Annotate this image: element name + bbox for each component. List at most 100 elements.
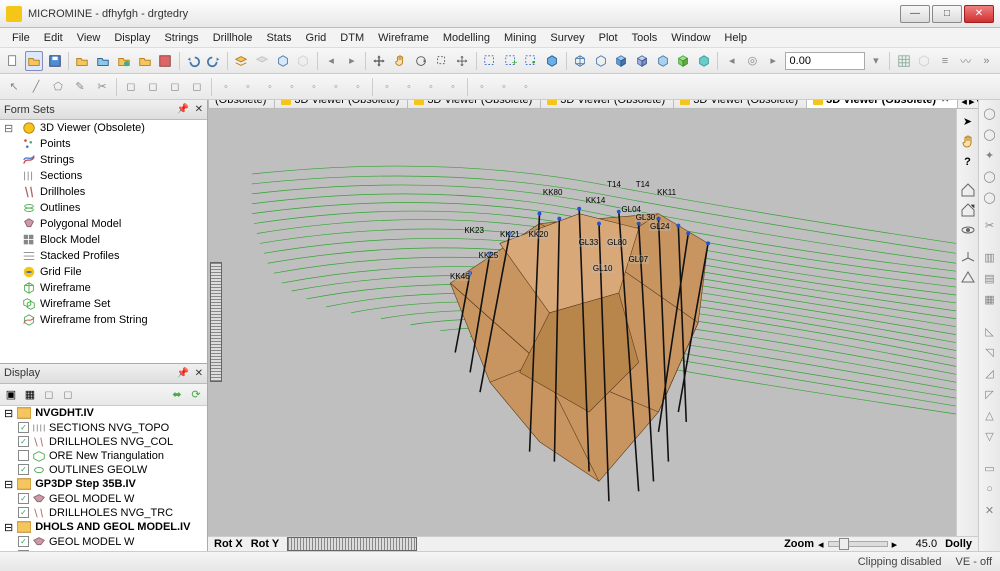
grid-icon[interactable]: [894, 51, 913, 71]
tree-item-wireframe-set[interactable]: Wireframe Set: [0, 296, 207, 312]
pin-icon[interactable]: 📌: [177, 368, 189, 379]
cube-filled-icon[interactable]: [543, 51, 562, 71]
tree-item-wireframe[interactable]: Wireframe: [0, 280, 207, 296]
home-set-icon[interactable]: [959, 201, 977, 219]
tree-item-polygonal[interactable]: Polygonal Model: [0, 216, 207, 232]
t2-c3-icon[interactable]: ◦: [260, 77, 280, 97]
tree-item-gridfile[interactable]: Grid File: [0, 264, 207, 280]
panel-close-icon[interactable]: ✕: [195, 368, 203, 379]
arrow-left-icon[interactable]: ◂: [322, 51, 341, 71]
t2-d1-icon[interactable]: ◦: [377, 77, 397, 97]
fr-shape2-icon[interactable]: ◯: [981, 188, 999, 206]
tab-next-icon[interactable]: ▸: [969, 100, 975, 108]
fr-t6-icon[interactable]: ▽: [981, 427, 999, 445]
tree-item-points[interactable]: Points: [0, 136, 207, 152]
formsets-tree[interactable]: 3D Viewer (Obsolete) Points Strings Sect…: [0, 120, 207, 363]
fr-scissors-icon[interactable]: ✂: [981, 216, 999, 234]
menu-view[interactable]: View: [71, 30, 107, 46]
tab-2[interactable]: 3D Viewer (Obsolete): [407, 100, 541, 108]
fr-sec1-icon[interactable]: ▥: [981, 248, 999, 266]
perspective-icon[interactable]: [959, 269, 977, 287]
display-header[interactable]: Display 📌 ✕: [0, 364, 207, 384]
tree-item-stacked[interactable]: Stacked Profiles: [0, 248, 207, 264]
select-add-icon[interactable]: +: [501, 51, 520, 71]
t2-poly-icon[interactable]: ⬠: [48, 77, 68, 97]
t2-c7-icon[interactable]: ◦: [348, 77, 368, 97]
disp-item-0-0[interactable]: ✓SECTIONS NVG_TOPO: [0, 421, 207, 435]
menu-file[interactable]: File: [6, 30, 36, 46]
fr-t5-icon[interactable]: △: [981, 406, 999, 424]
zoom-next-icon[interactable]: ▸: [892, 538, 898, 551]
disp-tb-r2-icon[interactable]: ⟳: [187, 385, 205, 403]
t2-d3-icon[interactable]: ◦: [421, 77, 441, 97]
t2-d2-icon[interactable]: ◦: [399, 77, 419, 97]
cube-solid-icon[interactable]: [612, 51, 631, 71]
disp-group-2[interactable]: ⊟ DHOLS AND GEOL MODEL.IV: [0, 520, 207, 535]
move-icon[interactable]: [453, 51, 472, 71]
wave-icon[interactable]: 〰: [956, 51, 975, 71]
tree-item-sections[interactable]: Sections: [0, 168, 207, 184]
t2-cut-icon[interactable]: ✂: [92, 77, 112, 97]
coordinate-input[interactable]: [785, 52, 865, 70]
t2-d4-icon[interactable]: ◦: [443, 77, 463, 97]
cube-teal-icon[interactable]: [695, 51, 714, 71]
disp-group-0[interactable]: ⊟ NVGDHT.IV: [0, 406, 207, 421]
fr-t1-icon[interactable]: ◺: [981, 322, 999, 340]
tab-1[interactable]: 3D Viewer (Obsolete): [274, 100, 408, 108]
menu-modelling[interactable]: Modelling: [437, 30, 496, 46]
menu-dtm[interactable]: DTM: [334, 30, 370, 46]
t2-e2-icon[interactable]: ◦: [494, 77, 514, 97]
menu-survey[interactable]: Survey: [544, 30, 590, 46]
fr-circle-icon[interactable]: ○: [981, 480, 999, 498]
t2-b3-icon[interactable]: ◻: [165, 77, 185, 97]
tab-5[interactable]: 3D Viewer (Obsolete)✕: [806, 100, 958, 108]
t2-e1-icon[interactable]: ◦: [472, 77, 492, 97]
minimize-button[interactable]: —: [900, 5, 930, 23]
undo-icon[interactable]: [184, 51, 203, 71]
rotate-icon[interactable]: [412, 51, 431, 71]
disp-item-2-0[interactable]: ✓GEOL MODEL W: [0, 535, 207, 549]
menu-window[interactable]: Window: [665, 30, 716, 46]
menu-wireframe[interactable]: Wireframe: [372, 30, 435, 46]
select-box-icon[interactable]: [481, 51, 500, 71]
disp-tb-2-icon[interactable]: ▦: [21, 385, 39, 403]
folder-2-icon[interactable]: [94, 51, 113, 71]
cube-wire-1-icon[interactable]: [570, 51, 589, 71]
chevron-icon[interactable]: »: [977, 51, 996, 71]
fr-t3-icon[interactable]: ◿: [981, 364, 999, 382]
disp-item-0-1[interactable]: ✓DRILLHOLES NVG_COL: [0, 435, 207, 449]
rotation-slider[interactable]: [287, 537, 417, 551]
disp-group-1[interactable]: ⊟ GP3DP Step 35B.IV: [0, 477, 207, 492]
t2-c5-icon[interactable]: ◦: [304, 77, 324, 97]
fr-t2-icon[interactable]: ◹: [981, 343, 999, 361]
expand-left-icon[interactable]: ◂: [722, 51, 741, 71]
expand-dn-icon[interactable]: ▾: [867, 51, 886, 71]
cube-shaded-icon[interactable]: [633, 51, 652, 71]
menu-plot[interactable]: Plot: [593, 30, 624, 46]
t2-b4-icon[interactable]: ◻: [187, 77, 207, 97]
tree-item-outlines[interactable]: Outlines: [0, 200, 207, 216]
target-icon[interactable]: ◎: [743, 51, 762, 71]
fr-pin-icon[interactable]: ✦: [981, 146, 999, 164]
disp-tb-4-icon[interactable]: ◻: [59, 385, 77, 403]
redo-icon[interactable]: [204, 51, 223, 71]
folder-3-icon[interactable]: [115, 51, 134, 71]
tab-4[interactable]: 3D Viewer (Obsolete): [673, 100, 807, 108]
menu-mining[interactable]: Mining: [498, 30, 542, 46]
cube-axis-icon[interactable]: [915, 51, 934, 71]
arrow-right-icon[interactable]: ▸: [342, 51, 361, 71]
layers-icon[interactable]: [232, 51, 251, 71]
fr-rect-icon[interactable]: ▭: [981, 459, 999, 477]
pan-hand-icon[interactable]: [959, 133, 977, 151]
menu-display[interactable]: Display: [108, 30, 156, 46]
list-icon[interactable]: ≡: [936, 51, 955, 71]
t2-c1-icon[interactable]: ◦: [216, 77, 236, 97]
help-icon[interactable]: ?: [959, 153, 977, 171]
new-file-icon[interactable]: [4, 51, 23, 71]
disk-icon[interactable]: [156, 51, 175, 71]
vertical-slider-left[interactable]: [208, 109, 224, 537]
t2-c4-icon[interactable]: ◦: [282, 77, 302, 97]
t2-edit-icon[interactable]: ✎: [70, 77, 90, 97]
t2-line-icon[interactable]: ╱: [26, 77, 46, 97]
tab-3[interactable]: 3D Viewer (Obsolete): [540, 100, 674, 108]
